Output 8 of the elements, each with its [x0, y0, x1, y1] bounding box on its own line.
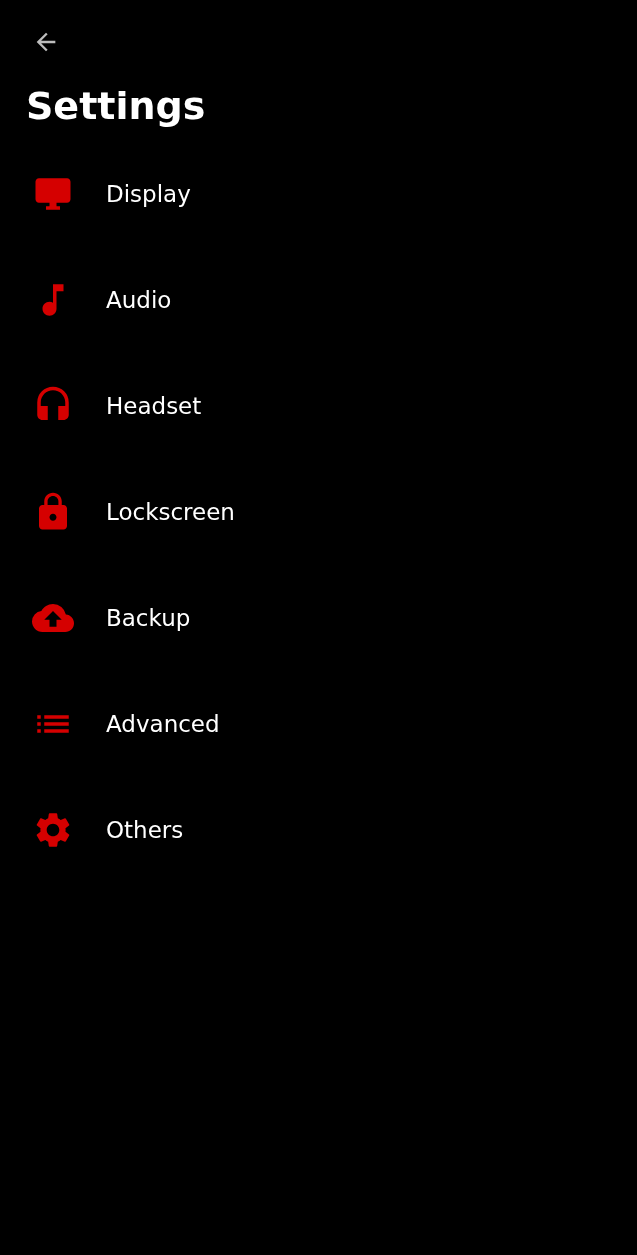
- settings-item[interactable]: Lockscreen: [0, 489, 637, 534]
- settings-item[interactable]: Backup: [0, 595, 637, 640]
- settings-item[interactable]: Display: [0, 171, 637, 216]
- settings-item[interactable]: Headset: [0, 383, 637, 428]
- settings-item[interactable]: Advanced: [0, 701, 637, 746]
- settings-item[interactable]: Others: [0, 807, 637, 852]
- settings-item[interactable]: Audio: [0, 277, 637, 322]
- page-title: Settings: [26, 84, 206, 130]
